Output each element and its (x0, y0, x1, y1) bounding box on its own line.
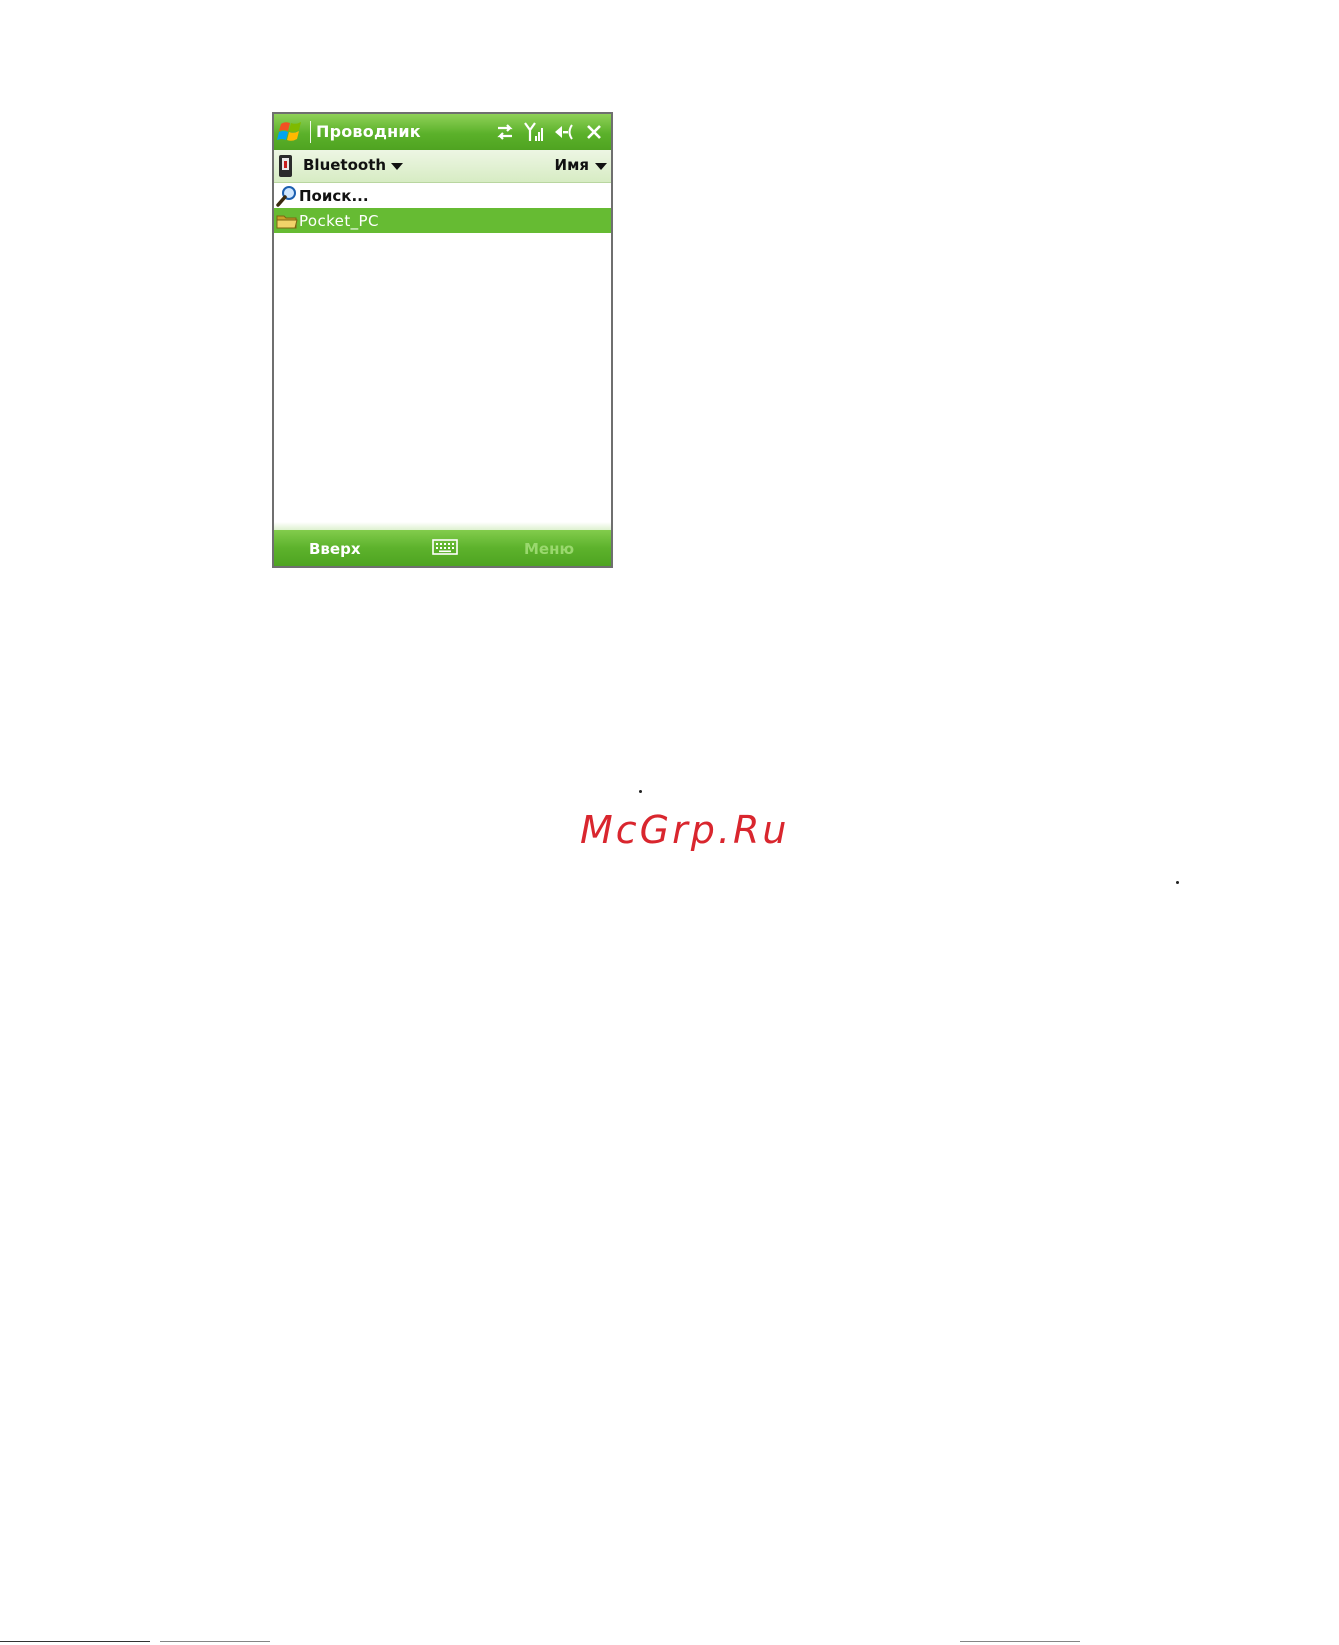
watermark-text: McGrp.Ru (580, 808, 790, 852)
folder-icon (276, 210, 298, 232)
file-list: Поиск... Pocket_PC (274, 183, 611, 233)
start-menu-icon[interactable] (277, 118, 307, 146)
menu-bar: Вверх Меню (274, 522, 611, 566)
title-bar: Проводник (274, 114, 611, 150)
search-icon (276, 185, 298, 207)
stray-dot (1176, 881, 1179, 884)
folder-bar: Bluetooth Имя (274, 150, 611, 183)
up-softkey[interactable]: Вверх (309, 540, 361, 558)
close-icon (587, 125, 601, 139)
chevron-down-icon[interactable] (391, 163, 403, 170)
volume-icon[interactable] (553, 122, 575, 142)
bottom-edge-marks (0, 1638, 1339, 1645)
storage-card-icon[interactable] (278, 154, 294, 178)
keyboard-icon[interactable] (432, 539, 458, 555)
signal-icon[interactable] (523, 121, 545, 143)
close-button[interactable] (583, 121, 605, 143)
list-item-folder[interactable]: Pocket_PC (274, 208, 611, 233)
list-item-search[interactable]: Поиск... (274, 183, 611, 208)
list-item-label: Поиск... (299, 186, 369, 205)
status-icons (495, 120, 605, 144)
stray-dot (639, 790, 642, 793)
menu-softkey[interactable]: Меню (524, 540, 574, 558)
bottom-line (0, 1641, 150, 1642)
folder-dropdown[interactable]: Bluetooth (303, 156, 386, 174)
sort-dropdown[interactable]: Имя (555, 156, 589, 174)
app-title: Проводник (316, 122, 421, 141)
bottom-line (960, 1641, 1080, 1642)
bottom-line (160, 1641, 270, 1642)
title-separator (310, 121, 311, 143)
sort-chevron-down-icon[interactable] (595, 163, 607, 170)
list-item-label: Pocket_PC (299, 211, 379, 230)
sync-icon[interactable] (495, 123, 515, 141)
pocket-pc-screen: Проводник Bluetooth Имя Поиск... Pocket_… (272, 112, 613, 568)
